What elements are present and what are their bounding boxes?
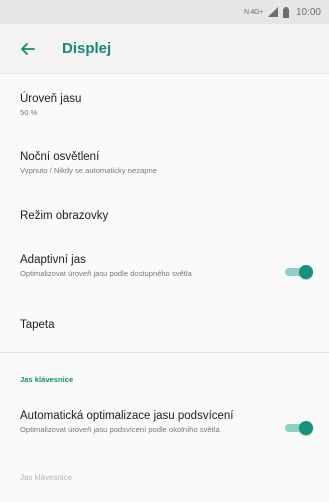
page-title: Displej (62, 40, 112, 57)
setting-title: Noční osvětlení (20, 151, 100, 163)
auto-backlight-toggle[interactable] (285, 421, 313, 435)
section-divider (0, 352, 329, 353)
setting-title: Jas klávesnice (20, 473, 73, 482)
battery-icon (282, 6, 289, 18)
network-indicator: N 4G+ (244, 8, 263, 16)
setting-summary: Optimalizovat úroveň jasu podle dostupné… (20, 269, 192, 278)
adaptive-brightness-toggle[interactable] (285, 265, 313, 279)
setting-summary: 50 % (20, 108, 38, 117)
setting-title: Adaptivní jas (20, 254, 86, 266)
status-bar: N 4G+ 10:00 (0, 0, 329, 24)
setting-title: Režim obrazovky (20, 210, 109, 222)
setting-auto-backlight-optimization[interactable]: Automatická optimalizace jasu podsvícení… (20, 409, 329, 435)
back-arrow-icon[interactable] (16, 37, 40, 61)
toggle-thumb (299, 421, 313, 435)
setting-night-light[interactable]: Noční osvětlení Vypnuto / Nikdy se autom… (20, 150, 329, 176)
setting-screen-mode[interactable]: Režim obrazovky (20, 209, 329, 223)
setting-wallpaper[interactable]: Tapeta (20, 318, 329, 332)
setting-title: Úroveň jasu (20, 93, 82, 105)
settings-screen: N 4G+ 10:00 Displej Úroveň jasu 50 % Noč… (0, 0, 329, 502)
app-bar: Displej (0, 24, 329, 74)
setting-summary: Vypnuto / Nikdy se automaticky nezapne (20, 166, 157, 175)
toggle-thumb (299, 265, 313, 279)
section-header-keyboard-brightness: Jas klávesnice (20, 375, 74, 384)
setting-brightness-level[interactable]: Úroveň jasu 50 % (20, 92, 329, 118)
setting-keyboard-brightness: Jas klávesnice (20, 471, 329, 485)
setting-title: Automatická optimalizace jasu podsvícení (20, 410, 234, 422)
status-clock: 10:00 (295, 6, 321, 18)
setting-adaptive-brightness[interactable]: Adaptivní jas Optimalizovat úroveň jasu … (20, 253, 329, 279)
setting-title: Tapeta (20, 319, 55, 331)
signal-icon (267, 7, 278, 17)
setting-summary: Optimalizovat úroveň jasu podsvícení pod… (20, 425, 220, 434)
